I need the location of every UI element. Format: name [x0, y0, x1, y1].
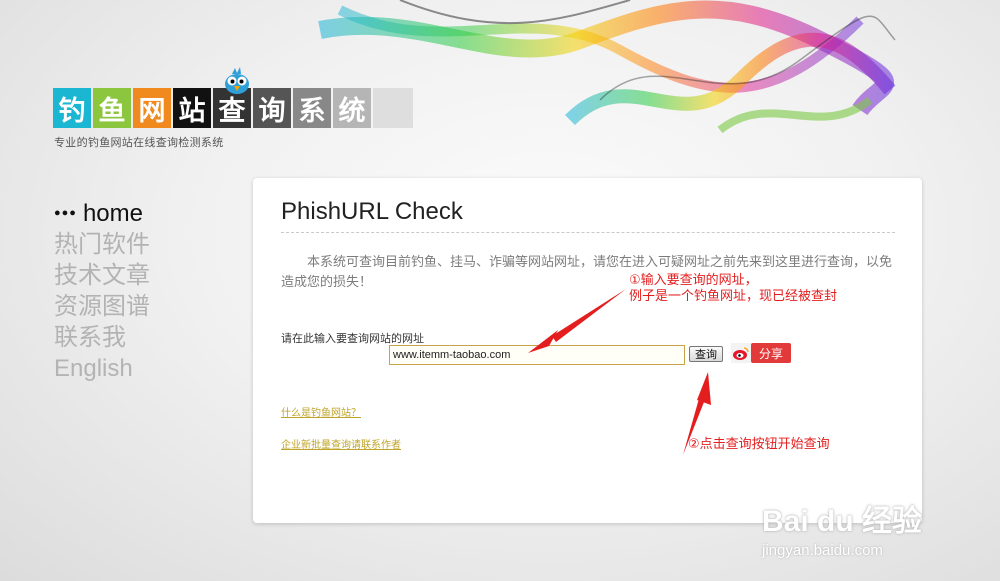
weibo-icon [731, 343, 751, 363]
nav-item-label: home [82, 200, 143, 227]
url-input-label: 请在此输入要查询网站的网址 [281, 333, 424, 345]
logo-tile: 询 [253, 88, 291, 128]
annotation-step-1: ①输入要查询的网址， 例子是一个钓鱼网址，现已经被查封 [629, 272, 837, 304]
active-dots-icon: ●●● [54, 207, 77, 219]
watermark-brand: Bai du 经验 [762, 505, 923, 538]
nav-item-resources[interactable]: 资源图谱 [54, 291, 150, 322]
page-title: PhishURL Check [281, 198, 463, 225]
url-input[interactable] [389, 345, 685, 365]
watermark-url: jingyan.baidu.com [762, 542, 883, 559]
logo-tile: 钓 [53, 88, 91, 128]
share-widget[interactable]: 分享 [731, 343, 792, 363]
logo-tile: 系 [293, 88, 331, 128]
logo-tile: 鱼 [93, 88, 131, 128]
left-nav: ●●● home 热门软件 技术文章 资源图谱 联系我 English [54, 198, 150, 384]
what-is-phishing-link[interactable]: 什么是钓鱼网站？ [281, 404, 361, 419]
query-button[interactable]: 查询 [689, 346, 723, 362]
annotation-line: ①输入要查询的网址， [629, 272, 758, 287]
logo-tile-blank [373, 88, 413, 128]
share-button[interactable]: 分享 [751, 343, 792, 363]
main-panel: PhishURL Check 本系统可查询目前钓鱼、挂马、诈骗等网站网址，请您在… [253, 178, 922, 523]
title-divider [281, 232, 895, 233]
nav-item-hot-software[interactable]: 热门软件 [54, 229, 150, 260]
nav-item-english[interactable]: English [54, 353, 150, 384]
logo-tile: 统 [333, 88, 371, 128]
annotation-line: 例子是一个钓鱼网址，现已经被查封 [629, 288, 838, 303]
nav-item-contact[interactable]: 联系我 [54, 322, 150, 353]
annotation-step-2: ②点击查询按钮开始查询 [688, 436, 830, 451]
contact-author-link[interactable]: 企业新批量查询请联系作者 [281, 436, 401, 451]
baidu-watermark: Bai du 经验 jingyan.baidu.com [762, 496, 922, 559]
nav-item-home[interactable]: ●●● home [54, 198, 150, 229]
bird-mascot-icon [225, 67, 249, 94]
logo-tile: 网 [133, 88, 171, 128]
site-tagline: 专业的钓鱼网站在线查询检测系统 [54, 137, 224, 149]
logo-tile: 站 [173, 88, 211, 128]
nav-item-tech-articles[interactable]: 技术文章 [54, 260, 150, 291]
